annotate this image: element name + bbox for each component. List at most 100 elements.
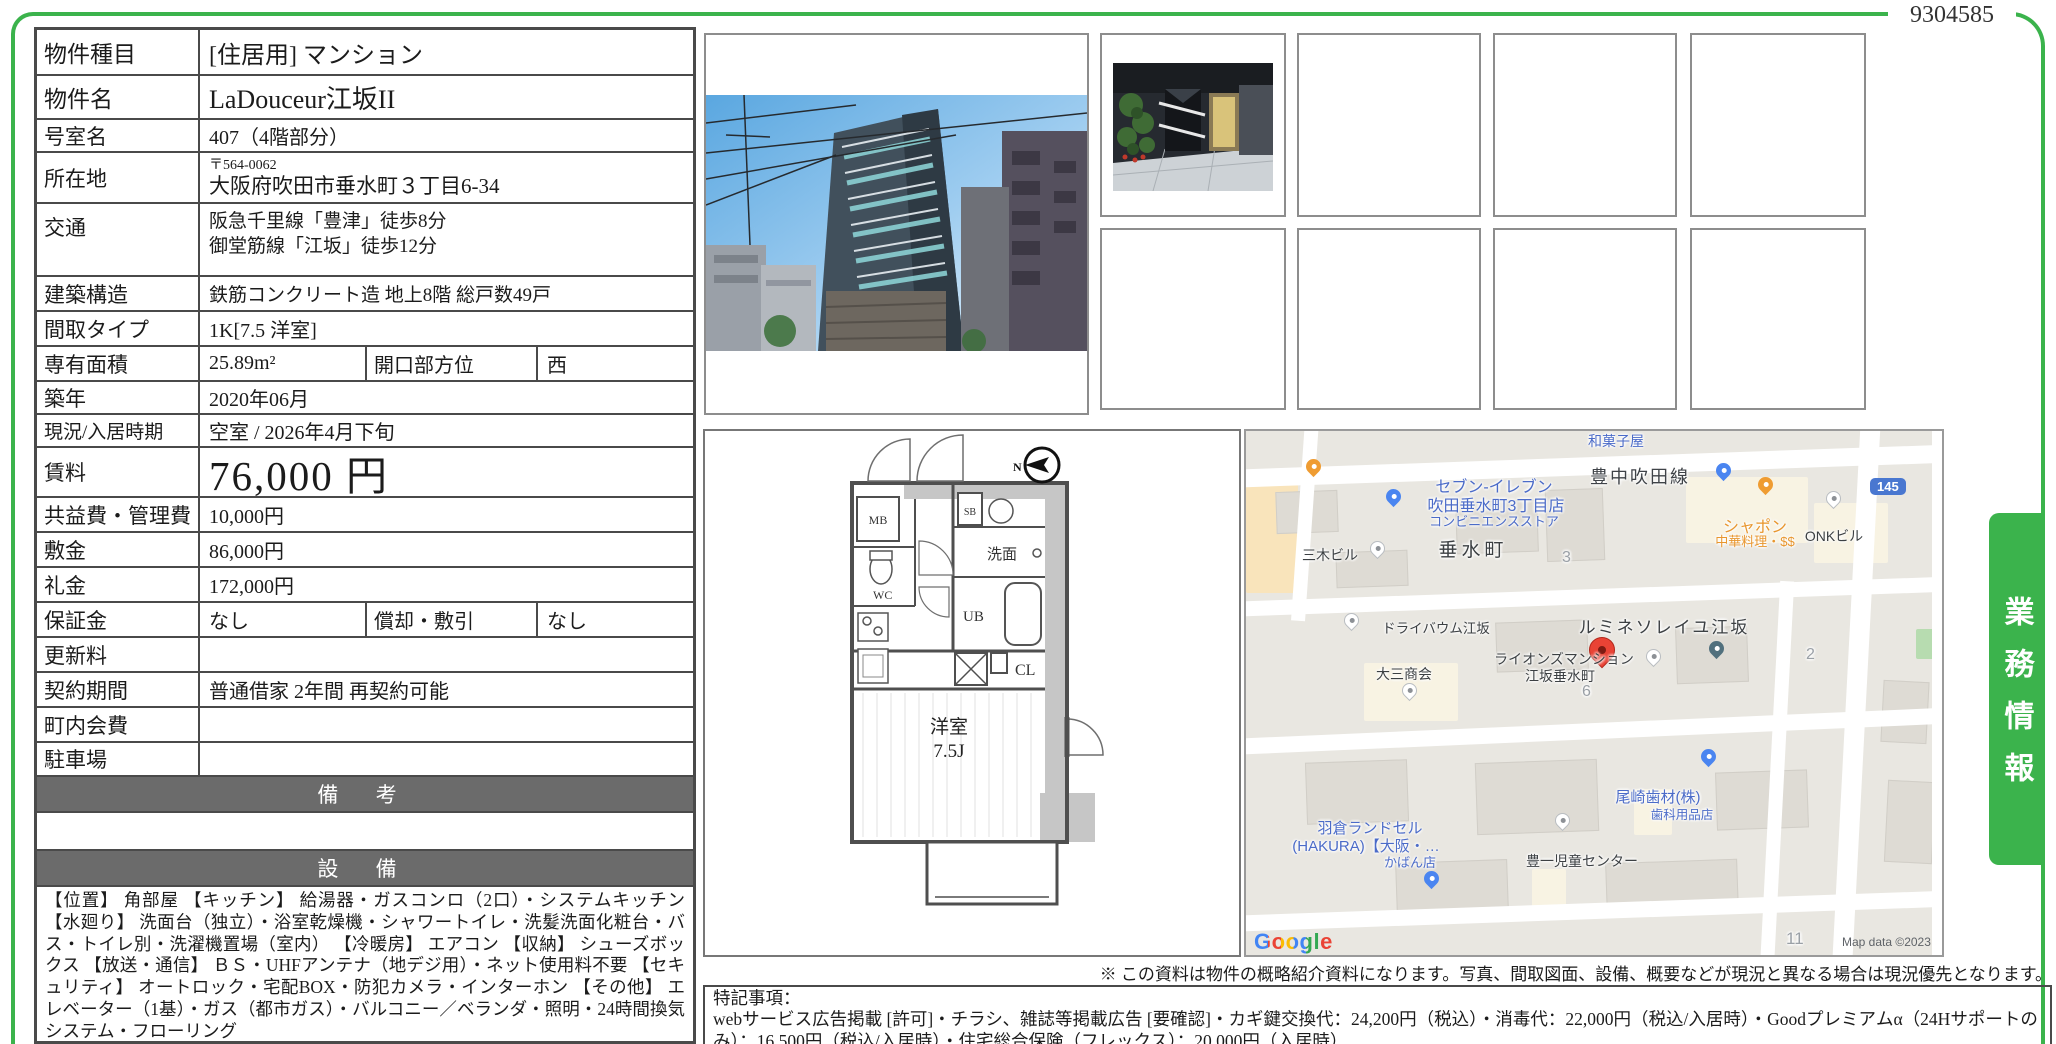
compass-north-label: N [1013,460,1022,474]
business-info-tab[interactable]: 業務情報 [1989,513,2042,865]
map-road [1932,429,1944,957]
row-label: 駐車場 [37,743,200,775]
row-value: 普通借家 2年間 再契約可能 [200,673,693,706]
table-row: 町内会費 [37,708,693,743]
table-row: 礼金 172,000円 [37,568,693,603]
map-label-onk: ONKビル [1805,526,1863,546]
map-building [1715,769,1809,830]
rent-value: 76,000 円 [200,448,693,496]
table-row: 交通 阪急千里線「豊津」徒歩8分 御堂筋線「江坂」徒歩12分 [37,204,693,277]
map-label-kids-center: 豊一児童センター [1526,851,1638,871]
postal-code: 〒564-0062 [209,158,500,174]
map-building [1475,759,1599,835]
remarks-value [37,813,693,851]
location-map: 和菓子屋 豊中吹田線 セブン-イレブン 吹田垂水町3丁目店 コンビニエンスストア… [1244,429,1944,957]
floorplan-mb-label: MB [869,513,888,527]
floorplan-size-label: 7.5J [933,741,964,762]
row-value: LaDouceur江坂II [200,76,693,118]
row-label: 敷金 [37,533,200,566]
equipment-header: 設 備 [37,851,693,887]
map-label-hakura3: かばん店 [1384,852,1436,871]
special-notes-box: 特記事項： webサービス広告掲載 [許可]・チラシ、雑誌等掲載広告 [要確認]… [703,985,2052,1044]
map-label-block2: 2 [1806,646,1815,664]
row-label: 礼金 [37,568,200,601]
map-route-badge: 145 [1870,478,1906,495]
row-label: 専有面積 [37,347,200,380]
row-value: 407（4階部分） [200,120,693,151]
map-label-daisan: 大三商会 [1376,664,1432,684]
table-row: 間取タイプ 1K[7.5 洋室] [37,312,693,347]
row-label2: 開口部方位 [365,347,538,380]
table-row: 築年 2020年06月 [37,382,693,415]
table-row: 契約期間 普通借家 2年間 再契約可能 [37,673,693,708]
disclaimer-note: ※ この資料は物件の概略紹介資料になります。写真、間取図面、設備、概要などが現況… [690,960,2052,985]
table-row: 駐車場 [37,743,693,777]
row-label: 建築構造 [37,277,200,310]
map-label-lumine: ルミネソレイユ江坂 [1579,613,1750,638]
property-table: 物件種目 [住居用] マンション 物件名 LaDouceur江坂II 号室名 4… [34,27,696,1044]
row-value: 86,000円 [200,533,693,566]
table-row: 更新料 [37,638,693,673]
access-line1: 阪急千里線「豊津」徒歩8分 [209,209,447,234]
row-label2: 償却・敷引 [365,603,538,636]
row-value: 25.89m² [200,347,365,380]
row-value: 10,000円 [200,498,693,531]
map-label-block3: 3 [1562,549,1571,567]
photo-empty-slot [1690,228,1866,410]
photo-empty-slot [1297,228,1481,410]
map-label-chapon2: 中華料理・$$ [1715,531,1794,550]
row-label: 物件名 [37,76,200,118]
map-label-dry: ドライバウム江坂 [1382,617,1490,637]
access-line2: 御堂筋線「江坂」徒歩12分 [209,234,447,259]
row-value [200,743,693,775]
row-value: 172,000円 [200,568,693,601]
map-label-tarumi: 垂水町 [1438,535,1507,562]
photo-empty-slot [1690,33,1866,217]
floorplan-room-label: 洋室 [930,716,968,738]
map-road [1244,707,1944,754]
map-label-ozaki2: 歯科用品店 [1651,804,1714,823]
table-row: 所在地 〒564-0062 大阪府吹田市垂水町３丁目6-34 [37,153,693,204]
row-label: 現況/入居時期 [37,415,200,446]
table-row: 号室名 407（4階部分） [37,120,693,153]
google-logo: Google [1254,929,1333,955]
entrance-photo [1113,63,1273,191]
document-number: 9304585 [1888,0,2016,30]
map-label-wagashi: 和菓子屋 [1588,431,1644,451]
property-flyer-page: 9304585 物件種目 [住居用] マンション 物件名 LaDouceur江坂… [0,0,2056,1044]
photo-empty-slot [1100,228,1286,410]
map-label-block6: 6 [1582,683,1591,701]
map-pin-poi-icon [1643,646,1664,667]
row-label: 町内会費 [37,708,200,741]
special-notes-title: 特記事項： [713,988,2042,1009]
remarks-header: 備 考 [37,777,693,813]
table-row: 物件種目 [住居用] マンション [37,30,693,76]
floorplan-wc-label: WC [873,588,892,602]
row-label: 共益費・管理費 [37,498,200,531]
address: 大阪府吹田市垂水町３丁目6-34 [209,174,500,199]
table-row: 保証金 なし 償却・敷引 なし [37,603,693,638]
business-info-label: 業務情報 [1994,574,2038,804]
photo-entrance-slot [1100,33,1286,217]
photo-empty-slot [1493,228,1677,410]
row-label: 賃料 [37,448,200,496]
row-value [200,638,693,671]
row-label: 築年 [37,382,200,413]
building-exterior-photo [706,95,1087,351]
row-value2: なし [538,603,693,636]
photo-empty-slot [1297,33,1481,217]
map-label-miki: 三木ビル [1302,545,1358,565]
row-label: 所在地 [37,153,200,202]
map-label-road: 豊中吹田線 [1590,463,1690,489]
photo-main-slot [704,33,1089,415]
row-label: 交通 [37,204,200,275]
table-row: 物件名 LaDouceur江坂II [37,76,693,120]
map-pin-seven-eleven-icon [1383,486,1404,507]
row-value: [住居用] マンション [200,30,693,74]
photo-empty-slot [1493,33,1677,217]
map-building [1305,759,1409,825]
map-label-block11: 11 [1786,929,1804,949]
map-building [1884,780,1936,864]
map-pin-poi-icon [1341,610,1362,631]
floorplan-ub-label: UB [963,609,984,625]
